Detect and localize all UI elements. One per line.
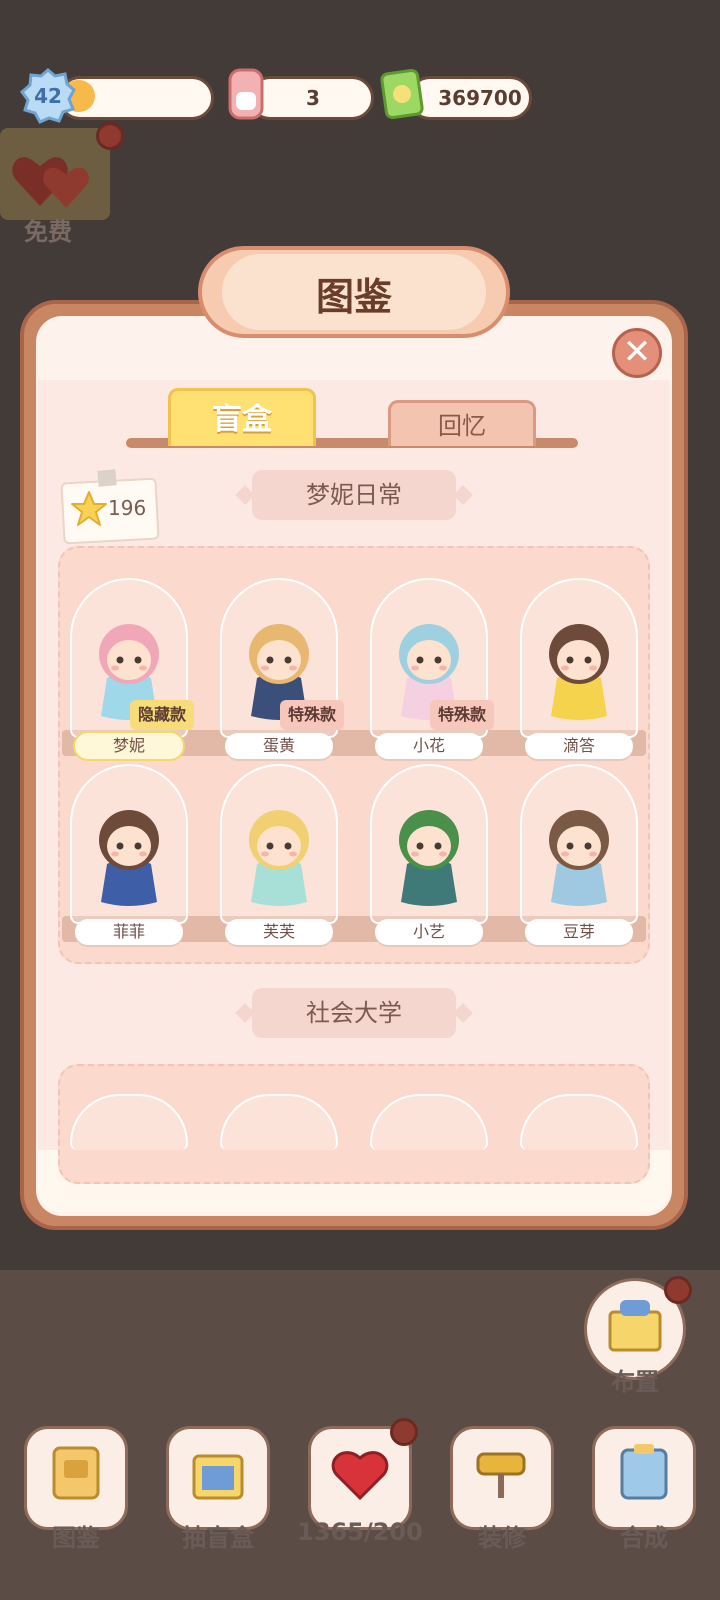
figure-name: 蛋黄 [225,733,333,759]
section-title-1: 梦妮日常 [252,470,456,520]
figure-icon [249,810,309,906]
nav-label: 装修 [478,1524,526,1552]
figure-name: 芙芙 [225,919,333,945]
nav-label: 抽盲盒 [182,1524,254,1552]
nav-label: 图鉴 [52,1524,100,1552]
cash-icon [380,68,424,120]
tape-decoration [97,469,117,487]
paint-roller-icon [476,1452,526,1498]
figure-name: 滴答 [525,733,633,759]
rarity-tag: 特殊款 [280,700,345,730]
notification-dot [390,1418,418,1446]
figure-name: 小花 [375,733,483,759]
heart-icon [331,1451,389,1501]
star-icon [71,491,107,526]
notification-dot [96,122,124,150]
tab-blind-box[interactable]: 盲盒 [168,388,316,446]
hearts-icon [12,157,89,208]
close-icon: ✕ [622,332,652,372]
figure-icon [399,810,459,906]
book-icon [52,1446,100,1500]
free-label: 免费 [24,218,72,246]
clipboard-icon [620,1444,668,1500]
modal-title: 图鉴 [315,275,392,319]
section-title-2: 社会大学 [252,988,456,1038]
rarity-tag: 隐藏款 [130,700,195,730]
figure-icon [549,810,609,906]
notification-dot [664,1276,692,1304]
star-count: 196 [108,496,147,520]
blind-box-icon [192,1454,244,1500]
energy-value: 3 [306,86,320,110]
nav-label: 1365/200 [297,1518,423,1546]
figure-name: 梦妮 [75,733,183,759]
tab-memory[interactable]: 回忆 [388,400,536,446]
setup-label: 布置 [611,1368,659,1396]
figure-icon [549,624,609,720]
coin-value: 369700 [438,86,522,110]
figure-name: 小艺 [375,919,483,945]
rarity-tag: 特殊款 [430,700,495,730]
level-value: 42 [34,84,62,108]
figure-name: 豆芽 [525,919,633,945]
figure-icon [99,810,159,906]
figure-name: 菲菲 [75,919,183,945]
box-icon [608,1300,662,1352]
nav-label: 合成 [620,1524,668,1552]
close-button[interactable]: ✕ [612,328,662,378]
